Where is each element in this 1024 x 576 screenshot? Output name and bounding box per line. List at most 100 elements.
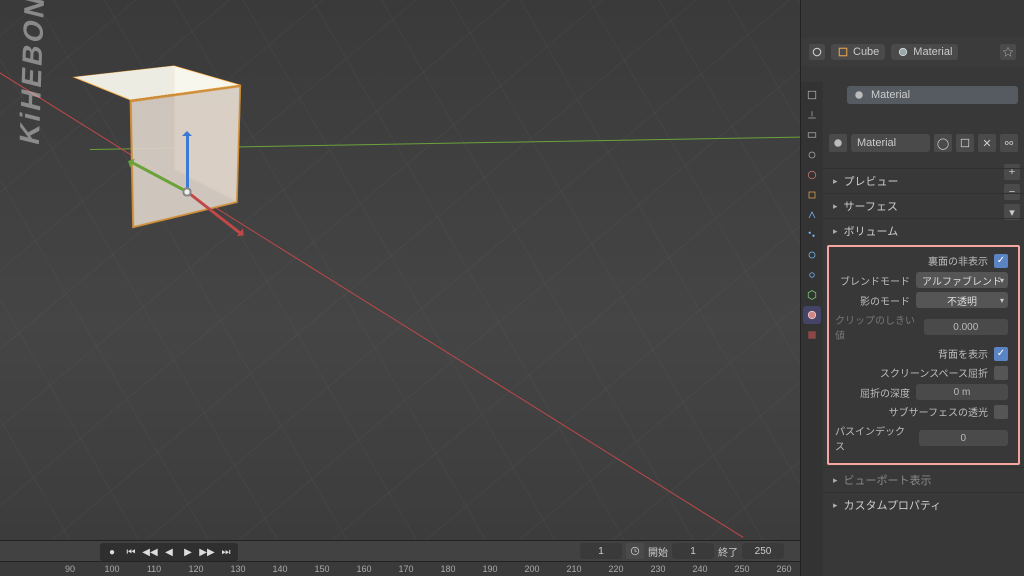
tab-view-layer[interactable] bbox=[803, 126, 821, 144]
field-pass-index[interactable]: 0 bbox=[919, 430, 1008, 446]
current-frame-field[interactable]: 1 bbox=[580, 543, 622, 559]
label-shadow-mode: 影のモード bbox=[860, 293, 910, 308]
row-blend-mode: ブレンドモード アルファブレンド▾ bbox=[833, 270, 1014, 290]
ruler-tick: 190 bbox=[482, 564, 497, 574]
keyframe-prev-button[interactable]: ◀◀ bbox=[142, 545, 158, 559]
chevron-down-icon: ▾ bbox=[1000, 276, 1004, 285]
start-frame-value: 1 bbox=[690, 546, 696, 557]
end-frame-value: 250 bbox=[755, 546, 772, 557]
material-name-field[interactable]: Material bbox=[851, 134, 930, 152]
section-surface-label: サーフェス bbox=[844, 198, 898, 214]
section-preview[interactable]: ▸プレビュー bbox=[823, 168, 1024, 193]
section-custom-properties[interactable]: ▸カスタムプロパティ bbox=[823, 492, 1024, 517]
row-shadow-mode: 影のモード 不透明 ▾ bbox=[833, 290, 1014, 310]
tab-scene[interactable] bbox=[803, 146, 821, 164]
ruler-tick: 110 bbox=[147, 564, 161, 574]
ruler-tick: 250 bbox=[734, 564, 749, 574]
start-frame-field[interactable]: 1 bbox=[672, 543, 714, 559]
section-preview-label: プレビュー bbox=[844, 173, 899, 189]
keyframe-next-button[interactable]: ▶▶ bbox=[199, 545, 215, 559]
gizmo-axis-z[interactable] bbox=[186, 134, 189, 192]
breadcrumb-material[interactable]: Material bbox=[891, 44, 958, 60]
timeline-ruler[interactable]: 9010011012013014015016017018019020021022… bbox=[0, 561, 800, 576]
tab-world[interactable] bbox=[803, 166, 821, 184]
checkbox-sss-translucency[interactable]: ✓ bbox=[994, 405, 1008, 419]
start-label: 開始 bbox=[648, 544, 668, 559]
playback-controls: ● ⏮ ◀◀ ◀ ▶ ▶▶ ⏭ bbox=[100, 543, 238, 561]
row-backface-culling: 裏面の非表示 ✓ bbox=[833, 251, 1014, 270]
tab-data[interactable] bbox=[803, 286, 821, 304]
dropdown-blend-mode[interactable]: アルファブレンド▾ bbox=[916, 272, 1008, 288]
checkbox-screen-refraction[interactable]: ✓ bbox=[994, 366, 1008, 380]
ruler-tick: 210 bbox=[566, 564, 581, 574]
fake-user-button[interactable]: ◯ bbox=[934, 134, 952, 152]
label-blend-mode: ブレンドモード bbox=[840, 273, 910, 288]
tab-render[interactable] bbox=[803, 86, 821, 104]
section-volume-label: ボリューム bbox=[844, 223, 899, 239]
label-sss-translucency: サブサーフェスの透光 bbox=[889, 404, 988, 419]
jump-start-button[interactable]: ⏮ bbox=[123, 545, 139, 559]
checkbox-show-backface[interactable]: ✓ bbox=[994, 347, 1008, 361]
tab-constraints[interactable] bbox=[803, 266, 821, 284]
jump-end-button[interactable]: ⏭ bbox=[218, 545, 234, 559]
label-pass-index: パスインデックス bbox=[835, 423, 913, 453]
label-show-backface: 背面を表示 bbox=[938, 346, 988, 361]
mesh-cube[interactable] bbox=[95, 80, 255, 240]
row-screen-refraction: スクリーンスペース屈折 ✓ bbox=[833, 363, 1014, 382]
section-viewport-display[interactable]: ▸ ビューポート表示 bbox=[823, 467, 1024, 492]
ruler-tick: 240 bbox=[692, 564, 707, 574]
new-material-button[interactable] bbox=[956, 134, 974, 152]
tab-object[interactable] bbox=[803, 186, 821, 204]
value-shadow-mode: 不透明 bbox=[947, 293, 977, 308]
tab-output[interactable] bbox=[803, 106, 821, 124]
tab-physics[interactable] bbox=[803, 246, 821, 264]
properties-panel: Cube Material Material + − bbox=[800, 0, 1024, 576]
section-settings-highlight: 裏面の非表示 ✓ ブレンドモード アルファブレンド▾ 影のモード 不透明 ▾ クリ… bbox=[827, 245, 1020, 465]
section-viewport-label: ビューポート表示 bbox=[844, 472, 932, 488]
cube-icon bbox=[837, 46, 849, 58]
field-clip-threshold[interactable]: 0.000 bbox=[924, 319, 1008, 335]
tab-modifiers[interactable] bbox=[803, 206, 821, 224]
label-screen-refraction: スクリーンスペース屈折 bbox=[880, 365, 988, 380]
section-surface[interactable]: ▸サーフェス bbox=[823, 193, 1024, 218]
frame-range-controls: 1 開始 1 終了 250 bbox=[580, 543, 784, 559]
material-panel-body: ▸プレビュー ▸サーフェス ▸ボリューム 裏面の非表示 ✓ ブレンドモード アル… bbox=[823, 154, 1024, 576]
breadcrumb-object-label: Cube bbox=[853, 46, 879, 58]
gizmo-origin[interactable] bbox=[181, 186, 193, 198]
material-slot-name: Material bbox=[871, 89, 910, 101]
ruler-tick: 200 bbox=[524, 564, 539, 574]
field-refraction-depth[interactable]: 0 m bbox=[916, 384, 1008, 400]
row-show-backface: 背面を表示 ✓ bbox=[833, 344, 1014, 363]
material-browse-button[interactable] bbox=[829, 134, 847, 152]
clock-icon[interactable] bbox=[626, 543, 644, 559]
dropdown-shadow-mode[interactable]: 不透明 ▾ bbox=[916, 292, 1008, 308]
ruler-tick: 150 bbox=[314, 564, 329, 574]
ruler-tick: 230 bbox=[650, 564, 665, 574]
disclosure-triangle-icon: ▸ bbox=[833, 475, 838, 486]
node-toggle-button[interactable] bbox=[1000, 134, 1018, 152]
row-clip-threshold: クリップのしきい値 0.000 bbox=[833, 310, 1014, 344]
chevron-down-icon: ▾ bbox=[1000, 296, 1004, 305]
material-slot[interactable]: Material bbox=[847, 86, 1018, 104]
end-frame-field[interactable]: 250 bbox=[742, 543, 784, 559]
play-button[interactable]: ▶ bbox=[180, 545, 196, 559]
label-clip-threshold: クリップのしきい値 bbox=[835, 312, 918, 342]
checkbox-backface-culling[interactable]: ✓ bbox=[994, 254, 1008, 268]
tab-texture[interactable] bbox=[803, 326, 821, 344]
play-reverse-button[interactable]: ◀ bbox=[161, 545, 177, 559]
tab-material[interactable] bbox=[803, 306, 821, 324]
section-volume[interactable]: ▸ボリューム bbox=[823, 218, 1024, 243]
pin-icon[interactable] bbox=[1000, 44, 1016, 60]
material-datablock-row: Material ◯ ✕ bbox=[829, 134, 1018, 152]
auto-keying-button[interactable]: ● bbox=[104, 545, 120, 559]
tab-particles[interactable] bbox=[803, 226, 821, 244]
value-clip-threshold: 0.000 bbox=[953, 322, 978, 333]
unlink-material-button[interactable]: ✕ bbox=[978, 134, 996, 152]
viewport-3d[interactable]: KiHEBON bbox=[0, 0, 800, 540]
ruler-tick: 140 bbox=[272, 564, 287, 574]
scene-icon[interactable] bbox=[809, 44, 825, 60]
ruler-tick: 170 bbox=[398, 564, 413, 574]
breadcrumb-object[interactable]: Cube bbox=[831, 44, 885, 60]
ruler-tick: 160 bbox=[356, 564, 371, 574]
end-label: 終了 bbox=[718, 544, 738, 559]
